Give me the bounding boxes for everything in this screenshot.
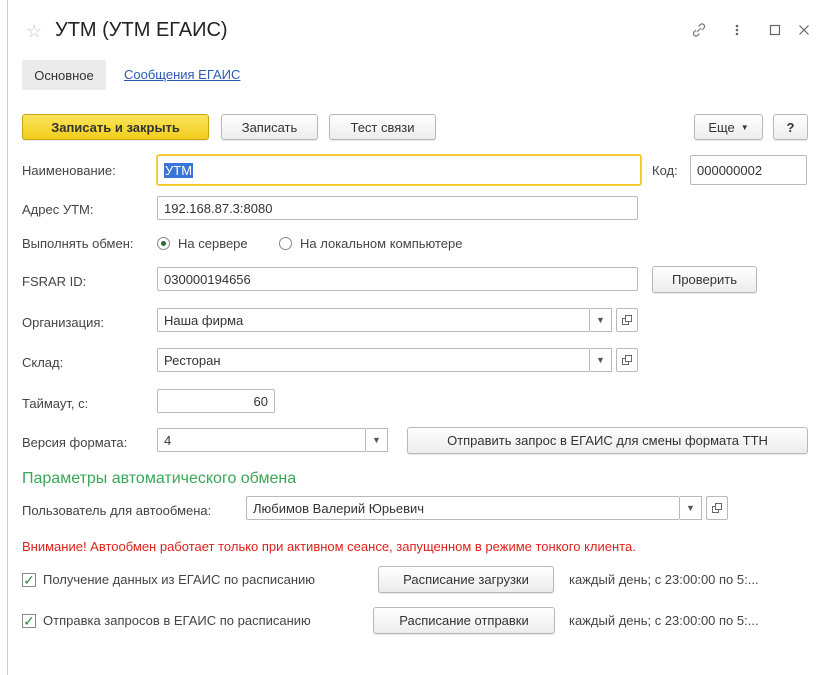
link-icon[interactable] bbox=[691, 22, 707, 42]
send-schedule-checkbox[interactable]: ✓ bbox=[22, 614, 36, 628]
name-input[interactable]: УТМ bbox=[157, 155, 641, 185]
org-open-icon[interactable] bbox=[616, 308, 638, 332]
star-icon[interactable]: ☆ bbox=[26, 22, 42, 40]
fsrar-label: FSRAR ID: bbox=[22, 274, 87, 289]
receive-schedule-label[interactable]: Получение данных из ЕГАИС по расписанию bbox=[43, 572, 315, 587]
check-button[interactable]: Проверить bbox=[652, 266, 757, 293]
exchange-local-label[interactable]: На локальном компьютере bbox=[300, 236, 463, 251]
more-label: Еще bbox=[708, 119, 735, 135]
timeout-label: Таймаут, с: bbox=[22, 396, 89, 411]
version-dropdown-icon[interactable]: ▼ bbox=[366, 428, 388, 452]
receive-schedule-checkbox[interactable]: ✓ bbox=[22, 573, 36, 587]
name-value: УТМ bbox=[164, 162, 194, 178]
timeout-input[interactable]: 60 bbox=[157, 389, 275, 413]
tab-main[interactable]: Основное bbox=[22, 60, 106, 90]
more-button[interactable]: Еще ▼ bbox=[694, 114, 763, 140]
auto-user-open-icon[interactable] bbox=[706, 496, 728, 520]
warehouse-label: Склад: bbox=[22, 355, 64, 370]
address-input[interactable]: 192.168.87.3:8080 bbox=[157, 196, 638, 220]
exchange-server-radio[interactable] bbox=[157, 237, 170, 250]
warehouse-input[interactable]: Ресторан bbox=[157, 348, 590, 372]
test-connection-button[interactable]: Тест связи bbox=[329, 114, 436, 140]
auto-exchange-section-title: Параметры автоматического обмена bbox=[22, 470, 297, 487]
tab-egais-messages[interactable]: Сообщения ЕГАИС bbox=[124, 67, 240, 82]
auto-user-dropdown-icon[interactable]: ▼ bbox=[680, 496, 702, 520]
window-border bbox=[7, 0, 8, 675]
window-title: УТМ (УТМ ЕГАИС) bbox=[55, 19, 228, 41]
exchange-server-label[interactable]: На сервере bbox=[178, 236, 248, 251]
more-icon[interactable] bbox=[734, 22, 740, 42]
exchange-local-radio[interactable] bbox=[279, 237, 292, 250]
address-label: Адрес УТМ: bbox=[22, 202, 94, 217]
exchange-label: Выполнять обмен: bbox=[22, 236, 134, 251]
code-input[interactable]: 000000002 bbox=[690, 155, 807, 185]
auto-exchange-warning: Внимание! Автообмен работает только при … bbox=[22, 539, 636, 554]
version-label: Версия формата: bbox=[22, 435, 128, 450]
fsrar-input[interactable]: 030000194656 bbox=[157, 267, 638, 291]
version-input[interactable]: 4 bbox=[157, 428, 366, 452]
close-icon[interactable] bbox=[798, 22, 810, 42]
warehouse-dropdown-icon[interactable]: ▼ bbox=[590, 348, 612, 372]
send-schedule-text[interactable]: каждый день; с 23:00:00 по 5:... bbox=[569, 613, 759, 628]
send-format-request-button[interactable]: Отправить запрос в ЕГАИС для смены форма… bbox=[407, 427, 808, 454]
auto-user-label: Пользователь для автообмена: bbox=[22, 503, 212, 518]
name-label: Наименование: bbox=[22, 163, 116, 178]
org-label: Организация: bbox=[22, 315, 105, 330]
org-input[interactable]: Наша фирма bbox=[157, 308, 590, 332]
code-label: Код: bbox=[652, 163, 678, 178]
send-schedule-label[interactable]: Отправка запросов в ЕГАИС по расписанию bbox=[43, 613, 311, 628]
chevron-down-icon: ▼ bbox=[740, 122, 749, 132]
warehouse-open-icon[interactable] bbox=[616, 348, 638, 372]
help-button[interactable]: ? bbox=[773, 114, 808, 140]
save-button[interactable]: Записать bbox=[221, 114, 318, 140]
receive-schedule-button[interactable]: Расписание загрузки bbox=[378, 566, 554, 593]
send-schedule-button[interactable]: Расписание отправки bbox=[373, 607, 555, 634]
receive-schedule-text[interactable]: каждый день; с 23:00:00 по 5:... bbox=[569, 572, 759, 587]
auto-user-input[interactable]: Любимов Валерий Юрьевич bbox=[246, 496, 680, 520]
save-close-button[interactable]: Записать и закрыть bbox=[22, 114, 209, 140]
org-dropdown-icon[interactable]: ▼ bbox=[590, 308, 612, 332]
maximize-icon[interactable] bbox=[769, 22, 781, 42]
